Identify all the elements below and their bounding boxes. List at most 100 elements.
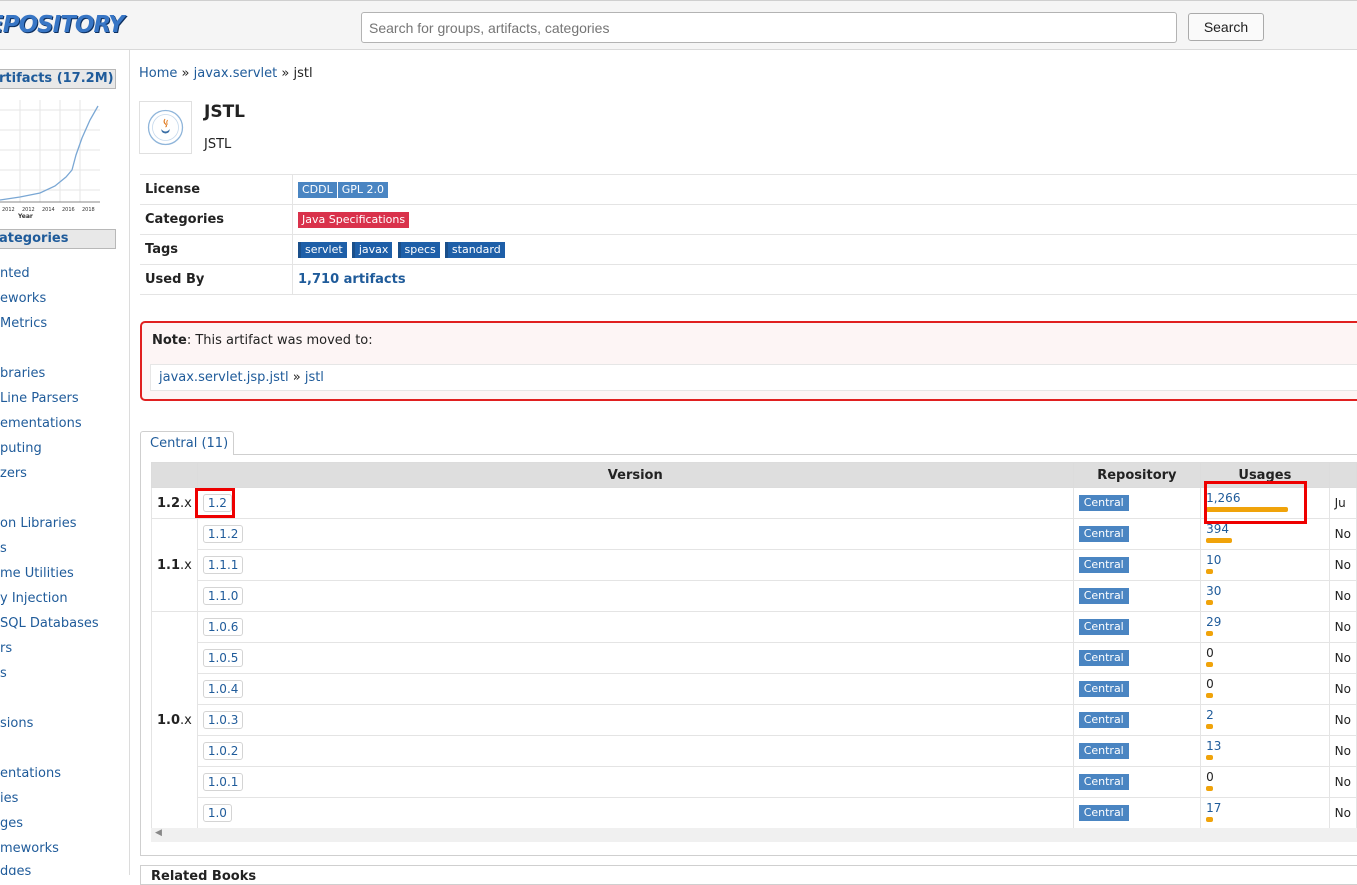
popular-categories-label: ategories — [0, 231, 68, 246]
sidebar-category-item[interactable]: on Libraries — [0, 516, 76, 531]
usages-count[interactable]: 13 — [1206, 740, 1324, 753]
usages-count[interactable]: 2 — [1206, 709, 1324, 722]
version-link[interactable]: 1.1.2 — [203, 525, 244, 543]
chart-label-4: 2018 — [82, 207, 95, 213]
sidebar-category-item[interactable]: rs — [0, 641, 12, 656]
repository-badge[interactable]: Central — [1079, 743, 1129, 759]
repository-badge[interactable]: Central — [1079, 805, 1129, 821]
version-link[interactable]: 1.0.2 — [203, 742, 244, 760]
version-row: 1.1.1 Central 10 No — [152, 550, 1357, 581]
repository-badge[interactable]: Central — [1079, 619, 1129, 635]
tab-central[interactable]: Central (11) — [140, 431, 234, 455]
sidebar-category-item[interactable]: y Injection — [0, 591, 68, 606]
sidebar-category-item[interactable]: SQL Databases — [0, 616, 99, 631]
tag-badge[interactable]: javax — [352, 242, 393, 258]
scroll-left-arrow-icon[interactable]: ◀ — [155, 828, 162, 838]
sidebar-category-item[interactable]: meworks — [0, 841, 59, 856]
usages-count[interactable]: 30 — [1206, 585, 1324, 598]
usages-cell: 30 — [1201, 581, 1330, 612]
usage-bar — [1206, 755, 1213, 760]
usages-count[interactable]: 394 — [1206, 523, 1324, 536]
used-by-link[interactable]: 1,710 artifacts — [298, 272, 406, 287]
sidebar-category-item[interactable]: Metrics — [0, 316, 47, 331]
date-cell: No — [1329, 705, 1356, 736]
search-button[interactable]: Search — [1188, 13, 1264, 41]
tag-badge[interactable]: specs — [398, 242, 440, 258]
breadcrumb-home[interactable]: Home — [139, 66, 177, 81]
search-input[interactable] — [361, 12, 1177, 43]
moved-artifact-link[interactable]: jstl — [305, 370, 324, 385]
repository-cell: Central — [1073, 798, 1200, 829]
date-cell: No — [1329, 550, 1356, 581]
usages-count[interactable]: 10 — [1206, 554, 1324, 567]
usage-bar — [1206, 693, 1213, 698]
versions-header-row: Version Repository Usages — [152, 463, 1357, 488]
version-link[interactable]: 1.1.1 — [203, 556, 244, 574]
version-link[interactable]: 1.0 — [203, 804, 232, 822]
license-row: License CDDLGPL 2.0 — [140, 175, 1357, 205]
repository-badge[interactable]: Central — [1079, 774, 1129, 790]
sidebar-category-item[interactable]: ges — [0, 816, 23, 831]
license-badge[interactable]: CDDL — [298, 182, 337, 198]
release-date: No — [1335, 775, 1351, 789]
release-date: No — [1335, 744, 1351, 758]
popular-categories-heading[interactable]: ategories — [0, 229, 116, 249]
version-link[interactable]: 1.0.3 — [203, 711, 244, 729]
repository-badge[interactable]: Central — [1079, 557, 1129, 573]
version-link[interactable]: 1.0.1 — [203, 773, 244, 791]
usage-bar — [1206, 569, 1213, 574]
note-message: : This artifact was moved to: — [187, 333, 373, 348]
tag-badge[interactable]: servlet — [298, 242, 347, 258]
version-group-cell: 1.2.x — [152, 488, 198, 519]
moved-group-link[interactable]: javax.servlet.jsp.jstl — [159, 370, 289, 385]
sidebar-category-item[interactable]: dges — [0, 864, 31, 875]
version-link[interactable]: 1.0.6 — [203, 618, 244, 636]
usages-count[interactable]: 29 — [1206, 616, 1324, 629]
sidebar-category-item[interactable]: ies — [0, 791, 18, 806]
repository-badge[interactable]: Central — [1079, 650, 1129, 666]
version-link[interactable]: 1.1.0 — [203, 587, 244, 605]
repository-badge[interactable]: Central — [1079, 526, 1129, 542]
sidebar-category-item[interactable]: entations — [0, 766, 61, 781]
repository-cell: Central — [1073, 736, 1200, 767]
repository-badge[interactable]: Central — [1079, 588, 1129, 604]
sidebar-category-item[interactable]: eworks — [0, 291, 46, 306]
date-cell: No — [1329, 798, 1356, 829]
license-badge[interactable]: GPL 2.0 — [338, 182, 388, 198]
breadcrumb-group[interactable]: javax.servlet — [194, 66, 278, 81]
usages-count[interactable]: 17 — [1206, 802, 1324, 815]
sidebar-category-item[interactable]: me Utilities — [0, 566, 74, 581]
sidebar-category-item[interactable]: s — [0, 666, 7, 681]
usage-bar — [1206, 662, 1213, 667]
tags-row: Tags servlet javax specs standard — [140, 235, 1357, 265]
version-highlight-box — [195, 488, 235, 518]
horizontal-scrollbar[interactable]: ◀ — [151, 828, 1357, 842]
sidebar-category-item[interactable]: nted — [0, 266, 30, 281]
repository-badge[interactable]: Central — [1079, 495, 1129, 511]
usage-bar — [1206, 631, 1213, 636]
sidebar-category-item[interactable]: ementations — [0, 416, 82, 431]
version-row: 1.0.5Central0No — [152, 643, 1357, 674]
repository-badge[interactable]: Central — [1079, 681, 1129, 697]
chart-label-0: 2012 — [2, 207, 15, 213]
sidebar-category-item[interactable]: braries — [0, 366, 45, 381]
versions-table: Version Repository Usages 1.2.x1.2Centra… — [151, 462, 1357, 829]
sidebar-category-item[interactable]: Line Parsers — [0, 391, 79, 406]
sidebar-category-item[interactable]: zers — [0, 466, 27, 481]
version-link[interactable]: 1.0.5 — [203, 649, 244, 667]
release-date: Ju — [1335, 496, 1346, 510]
category-badge[interactable]: Java Specifications — [298, 212, 409, 228]
site-logo[interactable]: EPOSITORY — [0, 12, 124, 38]
sidebar-category-item[interactable]: sions — [0, 716, 33, 731]
sidebar-category-item[interactable]: puting — [0, 441, 42, 456]
tag-badge[interactable]: standard — [445, 242, 505, 258]
artifact-info-table: License CDDLGPL 2.0 Categories Java Spec… — [140, 174, 1357, 295]
moved-note: Note: This artifact was moved to: javax.… — [140, 321, 1357, 401]
sidebar-category-item[interactable]: s — [0, 541, 7, 556]
repository-badge[interactable]: Central — [1079, 712, 1129, 728]
date-cell: No — [1329, 519, 1356, 550]
indexed-artifacts-heading[interactable]: rtifacts (17.2M) — [0, 69, 116, 89]
release-date: No — [1335, 806, 1351, 820]
usages-cell: 17 — [1201, 798, 1330, 829]
version-link[interactable]: 1.0.4 — [203, 680, 244, 698]
